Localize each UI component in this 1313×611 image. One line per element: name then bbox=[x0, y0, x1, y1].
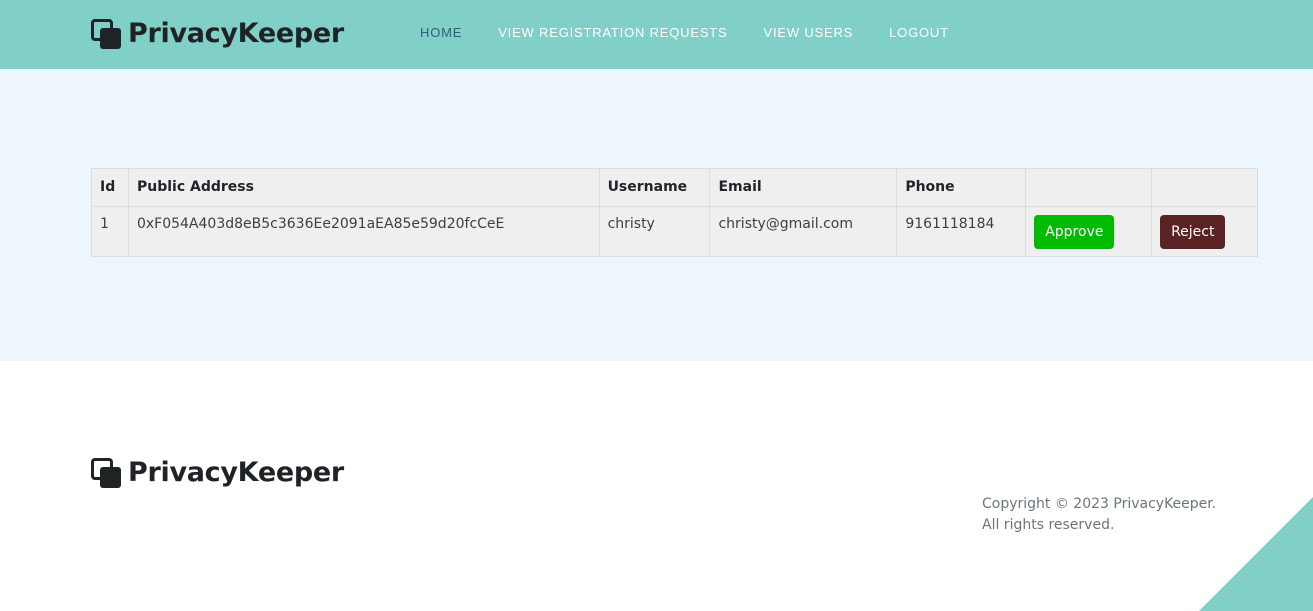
main-content: Id Public Address Username Email Phone 1… bbox=[0, 69, 1313, 361]
logo-squares-icon bbox=[91, 18, 121, 49]
column-header-id: Id bbox=[91, 168, 129, 207]
footer-brand-name: PrivacyKeeper bbox=[128, 457, 344, 488]
column-header-username: Username bbox=[598, 168, 711, 207]
cell-username: christy bbox=[598, 206, 711, 257]
nav-view-users[interactable]: VIEW USERS bbox=[764, 25, 854, 40]
logo-squares-icon bbox=[91, 457, 121, 488]
cell-phone: 9161118184 bbox=[896, 206, 1027, 257]
main-nav: HOME VIEW REGISTRATION REQUESTS VIEW USE… bbox=[420, 25, 985, 40]
cell-public-address: 0xF054A403d8eB5c3636Ee2091aEA85e59d20fcC… bbox=[127, 206, 600, 257]
copyright-text: Copyright © 2023 PrivacyKeeper. All righ… bbox=[982, 496, 1217, 533]
cell-reject: Reject bbox=[1151, 206, 1258, 257]
nav-home[interactable]: HOME bbox=[420, 25, 462, 40]
reject-button[interactable]: Reject bbox=[1160, 215, 1226, 249]
cell-id: 1 bbox=[91, 206, 129, 257]
column-header-email: Email bbox=[709, 168, 898, 207]
table-row: 1 0xF054A403d8eB5c3636Ee2091aEA85e59d20f… bbox=[91, 206, 1258, 257]
footer-logo[interactable]: PrivacyKeeper bbox=[91, 457, 344, 488]
cell-email: christy@gmail.com bbox=[709, 206, 898, 257]
column-header-public-address: Public Address bbox=[127, 168, 600, 207]
registration-requests-table: Id Public Address Username Email Phone 1… bbox=[91, 168, 1258, 257]
nav-logout[interactable]: LOGOUT bbox=[889, 25, 949, 40]
column-header-approve bbox=[1025, 168, 1153, 207]
header-logo[interactable]: PrivacyKeeper bbox=[91, 18, 344, 49]
cell-approve: Approve bbox=[1025, 206, 1153, 257]
approve-button[interactable]: Approve bbox=[1034, 215, 1115, 249]
column-header-reject bbox=[1151, 168, 1258, 207]
nav-view-registration-requests[interactable]: VIEW REGISTRATION REQUESTS bbox=[498, 25, 727, 40]
column-header-phone: Phone bbox=[896, 168, 1027, 207]
table-header-row: Id Public Address Username Email Phone bbox=[91, 168, 1258, 207]
top-header: PrivacyKeeper HOME VIEW REGISTRATION REQ… bbox=[0, 0, 1313, 69]
brand-name: PrivacyKeeper bbox=[128, 18, 344, 49]
